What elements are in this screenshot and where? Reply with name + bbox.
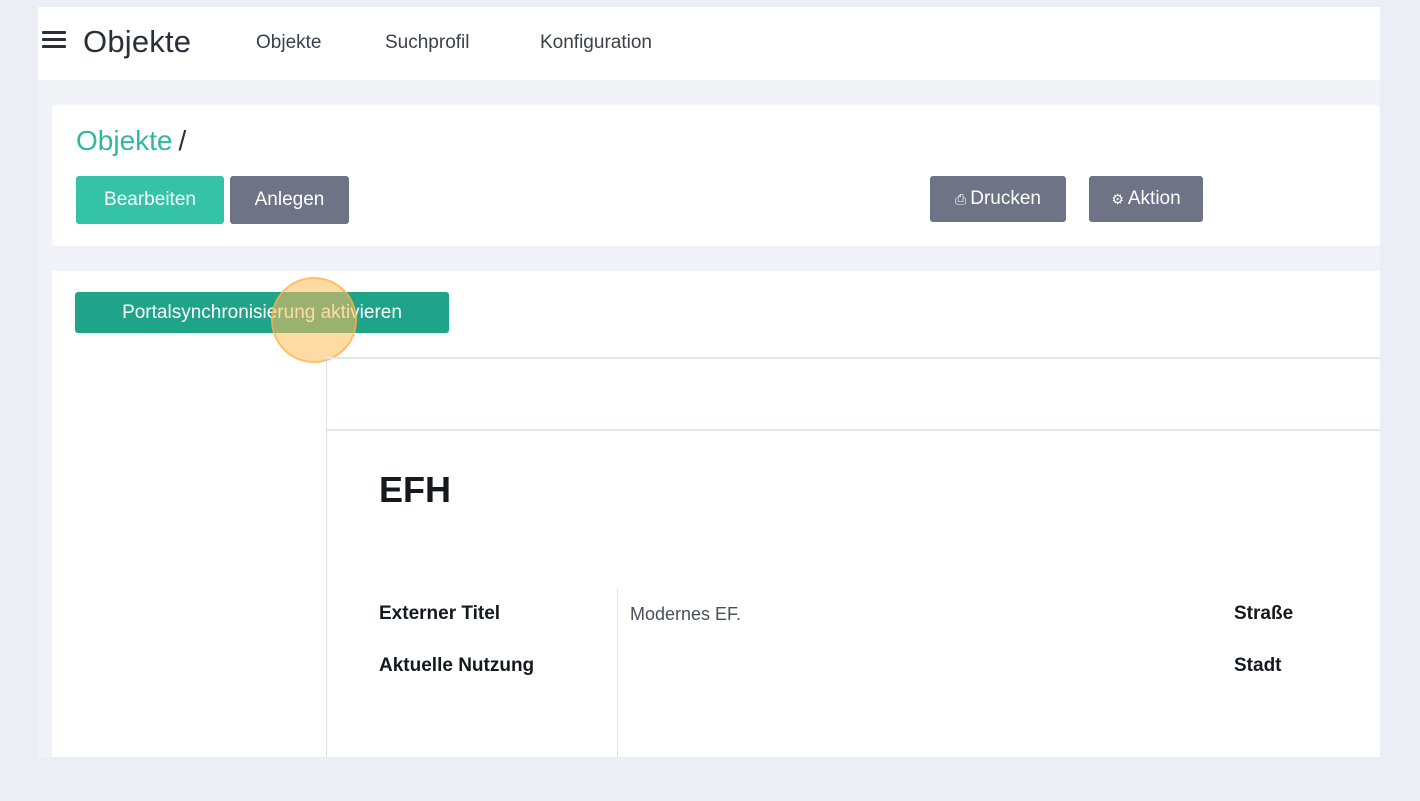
nav-item-konfiguration[interactable]: Konfiguration [540, 32, 652, 54]
object-title: EFH [379, 469, 451, 510]
breadcrumb-link-objekte[interactable]: Objekte [76, 125, 173, 156]
details-divider [617, 589, 618, 757]
click-indicator [271, 277, 357, 363]
gear-icon: ⚙ [1111, 191, 1124, 207]
action-button-label: Aktion [1127, 188, 1181, 209]
breadcrumb: Objekte / [76, 125, 186, 157]
external-title-value: Modernes EF. [630, 604, 742, 624]
print-button-label: Drucken [970, 188, 1041, 209]
action-button[interactable]: ⚙ Aktion [1089, 176, 1203, 222]
current-usage-label: Aktuelle Nutzung [379, 655, 535, 676]
street-label: Straße [1234, 603, 1294, 624]
print-button[interactable]: ⎙ Drucken [930, 176, 1066, 222]
app-title: Objekte [83, 24, 192, 59]
portal-sync-button[interactable]: Portalsynchronisierung aktivieren [75, 292, 449, 333]
external-title-label: Externer Titel [379, 603, 501, 624]
screenshot-frame: Objekte Objekte Suchprofil Konfiguration… [0, 0, 1420, 801]
app-window: Objekte Objekte Suchprofil Konfiguration… [38, 7, 1380, 757]
print-icon: ⎙ [955, 191, 967, 207]
edit-button[interactable]: Bearbeiten [76, 176, 224, 224]
content-card: Portalsynchronisierung aktivieren EFH Ex… [52, 271, 1380, 757]
breadcrumb-separator: / [178, 125, 187, 156]
object-detail-panel: EFH Externer Titel Modernes EF. Straße A… [326, 357, 1380, 757]
nav-item-objekte[interactable]: Objekte [256, 32, 321, 54]
city-label: Stadt [1234, 655, 1282, 676]
top-navbar: Objekte Objekte Suchprofil Konfiguration [38, 7, 1380, 80]
panel-divider [327, 429, 1380, 431]
menu-icon[interactable] [42, 31, 66, 51]
create-button[interactable]: Anlegen [230, 176, 349, 224]
nav-item-suchprofil[interactable]: Suchprofil [385, 32, 470, 54]
header-card: Objekte / Bearbeiten Anlegen ⎙ Drucken ⚙ Ak… [52, 105, 1380, 246]
